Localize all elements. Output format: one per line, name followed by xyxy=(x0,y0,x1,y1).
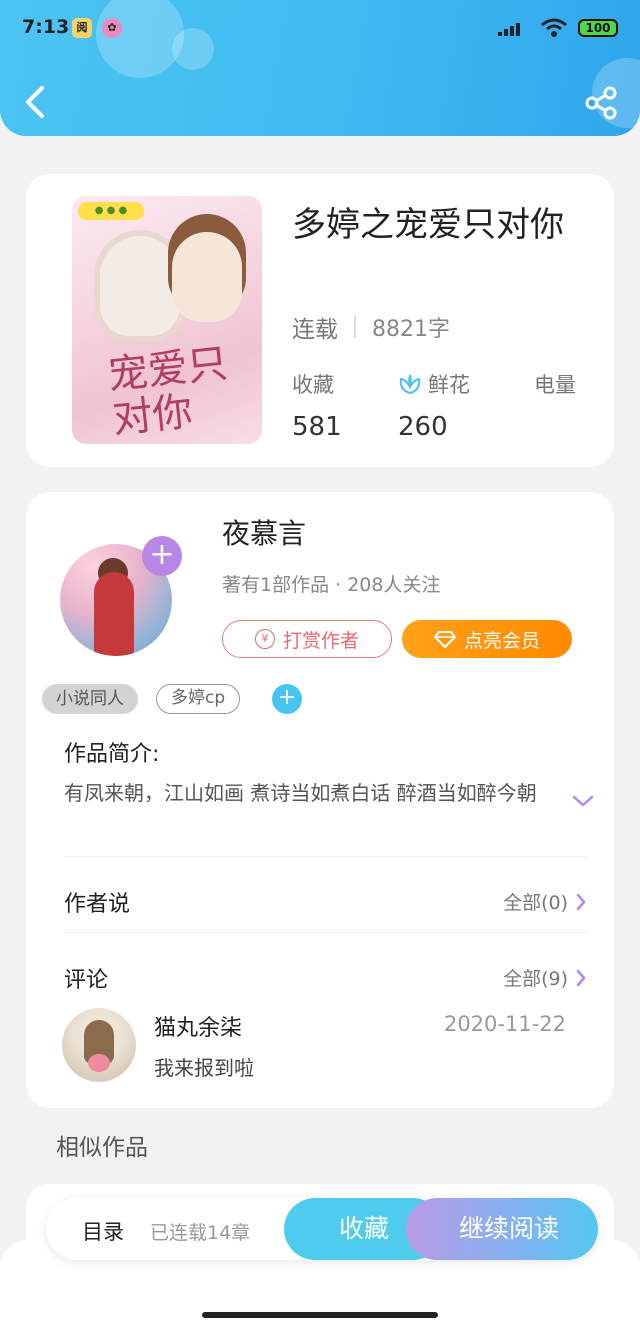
status-bar: 7:13 阅 ✿ 100 xyxy=(22,16,618,42)
cover-illustration xyxy=(100,236,180,336)
cover-title: 宠爱只对你 xyxy=(105,340,230,443)
tag[interactable]: 小说同人 xyxy=(42,684,138,714)
book-meta: 连载 8821字 xyxy=(292,310,450,344)
back-button[interactable] xyxy=(18,80,52,124)
wifi-icon xyxy=(541,18,567,37)
comments-all: 全部(9) xyxy=(503,968,568,990)
author-name[interactable]: 夜慕言 xyxy=(222,512,306,552)
word-count: 8821字 xyxy=(372,317,450,342)
stat-flowers[interactable]: 鲜花 260 xyxy=(398,370,518,442)
header-bar: 7:13 阅 ✿ 100 xyxy=(0,0,640,136)
author-info: 著有1部作品 · 208人关注 xyxy=(222,574,441,596)
comments-link[interactable]: 全部(9) xyxy=(503,964,586,991)
app-notification-icon: ✿ xyxy=(102,18,122,38)
add-tag-button[interactable]: + xyxy=(272,684,303,714)
chapter-count: 已连载14章 xyxy=(150,1222,251,1244)
author-says-all: 全部(0) xyxy=(503,892,568,914)
tag[interactable]: 多婷cp xyxy=(156,684,241,714)
stat-value: 581 xyxy=(292,412,342,442)
vip-button[interactable]: 点亮会员 xyxy=(402,620,572,658)
similar-works-title: 相似作品 xyxy=(56,1135,148,1161)
comments-label: 评论 xyxy=(64,968,109,993)
book-title: 多婷之宠爱只对你 xyxy=(292,205,564,245)
catalog-button[interactable]: 目录 xyxy=(82,1216,124,1246)
stat-power[interactable]: 电量 xyxy=(534,370,640,412)
book-cover[interactable]: ● ● ● 宠爱只对你 xyxy=(72,196,262,444)
home-indicator[interactable] xyxy=(202,1312,438,1318)
divider xyxy=(354,316,356,338)
cover-illustration xyxy=(172,232,242,322)
intro-text: 有凤来朝，江山如画 煮诗当如煮白话 醉酒当如醉今朝 xyxy=(64,781,537,805)
bottom-action-bar: 目录 已连载14章 收藏 继续阅读 xyxy=(46,1198,598,1260)
serial-status: 连载 xyxy=(292,317,338,343)
comment-date: 2020-11-22 xyxy=(443,1012,566,1036)
stat-value: 260 xyxy=(398,412,448,442)
stat-favorites: 收藏 581 xyxy=(292,370,412,442)
tag-list: 小说同人 多婷cp + xyxy=(42,684,303,714)
publisher-logo: ● ● ● xyxy=(78,202,144,220)
battery-icon: 100 xyxy=(578,19,618,37)
divider xyxy=(64,932,588,933)
author-card: + 夜慕言 著有1部作品 · 208人关注 ¥ 打赏作者 点亮会员 小说同人 多… xyxy=(26,492,614,1108)
chevron-right-icon xyxy=(576,893,586,910)
commenter-name[interactable]: 猫丸余柒 xyxy=(154,1010,242,1042)
vip-label: 点亮会员 xyxy=(463,629,540,652)
continue-reading-button[interactable]: 继续阅读 xyxy=(406,1198,598,1260)
tip-author-label: 打赏作者 xyxy=(282,629,359,652)
comment-text[interactable]: 我来报到啦 xyxy=(154,1052,254,1081)
stat-label: 电量 xyxy=(534,373,576,397)
tip-author-button[interactable]: ¥ 打赏作者 xyxy=(222,620,392,658)
flower-icon xyxy=(399,374,421,395)
signal-icon xyxy=(498,23,520,36)
stat-label: 鲜花 xyxy=(428,373,470,397)
coin-icon: ¥ xyxy=(254,629,275,649)
intro-label: 作品简介: xyxy=(64,742,160,767)
diamond-icon xyxy=(433,631,456,648)
avatar-illustration xyxy=(94,572,134,656)
expand-chevron-icon[interactable] xyxy=(572,794,594,808)
book-info-card: ● ● ● 宠爱只对你 多婷之宠爱只对你 连载 8821字 收藏 581 鲜花 … xyxy=(26,174,614,467)
author-says-label: 作者说 xyxy=(64,892,131,917)
follow-button[interactable]: + xyxy=(142,536,182,576)
divider xyxy=(64,856,588,857)
chevron-right-icon xyxy=(576,969,586,986)
avatar-illustration xyxy=(88,1054,110,1072)
author-says-link[interactable]: 全部(0) xyxy=(503,888,586,915)
status-time: 7:13 xyxy=(22,16,70,38)
stat-label: 收藏 xyxy=(292,373,334,397)
share-button[interactable] xyxy=(584,86,618,120)
app-notification-icon: 阅 xyxy=(72,18,92,38)
commenter-avatar[interactable] xyxy=(62,1008,136,1082)
